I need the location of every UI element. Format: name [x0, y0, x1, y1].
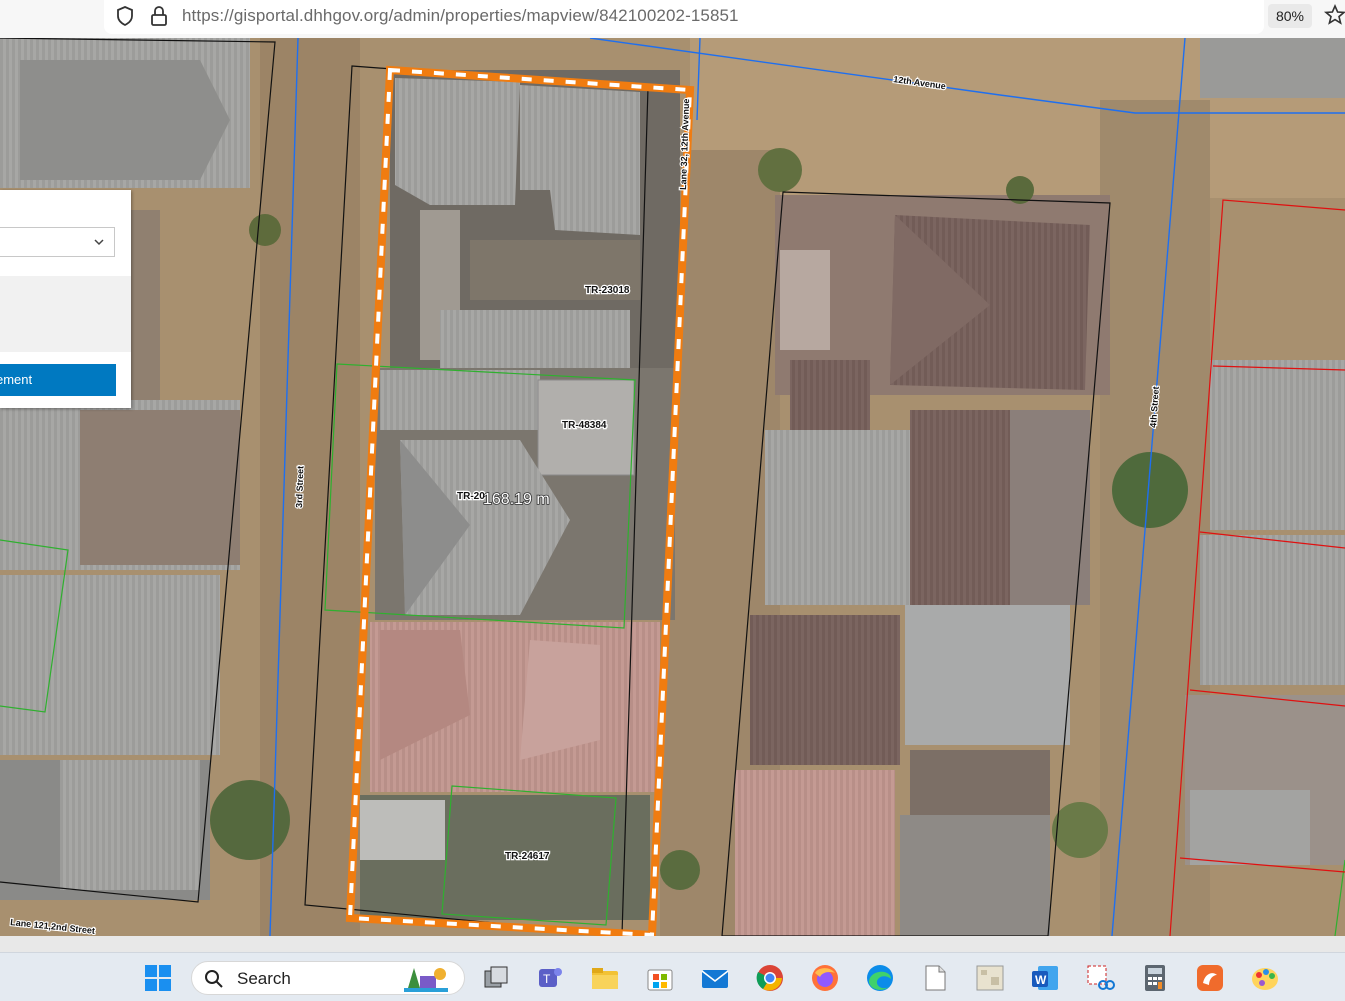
tracking-shield-icon[interactable]	[114, 5, 136, 27]
file-explorer-icon[interactable]	[590, 963, 620, 993]
image-viewer-icon[interactable]	[975, 963, 1005, 993]
taskbar-search[interactable]: Search	[191, 961, 465, 995]
chrome-icon[interactable]	[755, 963, 785, 993]
paint-icon[interactable]	[1250, 963, 1280, 993]
notepad-icon[interactable]	[920, 963, 950, 993]
scroll-gutter	[0, 936, 1345, 952]
lock-icon[interactable]	[148, 4, 170, 28]
bookmark-star-icon[interactable]	[1323, 3, 1345, 27]
new-measurement-button[interactable]: ement	[0, 364, 116, 396]
task-view-icon[interactable]	[481, 963, 511, 993]
measurement-panel: ement	[0, 190, 131, 408]
browser-toolbar: https://gisportal.dhhgov.org/admin/prope…	[0, 0, 1345, 39]
edge-icon[interactable]	[865, 963, 895, 993]
windows-start-icon[interactable]	[143, 963, 173, 993]
aerial-imagery	[0, 38, 1345, 936]
store-icon[interactable]	[645, 963, 675, 993]
snipping-tool-icon[interactable]	[1085, 963, 1115, 993]
new-measurement-button-label: ement	[0, 372, 33, 387]
map-view[interactable]: 12th Avenue Lane 32, 12th Avenue 3rd Str…	[0, 38, 1345, 936]
search-highlight-icon	[404, 968, 448, 992]
app-icon[interactable]	[1195, 963, 1225, 993]
firefox-icon[interactable]	[810, 963, 840, 993]
teams-icon[interactable]: T	[535, 963, 565, 993]
chevron-down-icon	[94, 239, 104, 246]
result-area	[0, 276, 131, 352]
zoom-level-badge[interactable]: 80%	[1268, 4, 1312, 28]
mail-icon[interactable]	[700, 963, 730, 993]
calculator-icon[interactable]	[1140, 963, 1170, 993]
search-icon	[205, 970, 223, 988]
unit-select[interactable]	[0, 227, 115, 257]
svg-text:W: W	[1035, 973, 1047, 987]
svg-text:T: T	[543, 972, 551, 986]
windows-taskbar: Search T W	[0, 952, 1345, 1001]
url-text[interactable]: https://gisportal.dhhgov.org/admin/prope…	[182, 6, 739, 26]
word-icon[interactable]: W	[1030, 963, 1060, 993]
search-label: Search	[237, 969, 291, 988]
